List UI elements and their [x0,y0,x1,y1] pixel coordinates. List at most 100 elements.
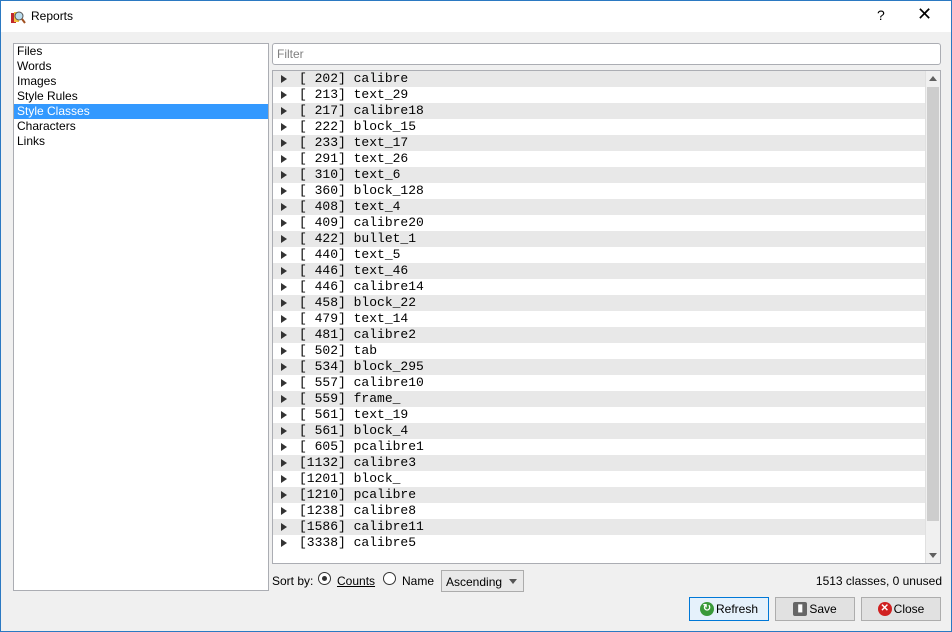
expand-arrow-icon[interactable] [281,411,287,419]
sidebar-item-images[interactable]: Images [14,74,268,89]
scroll-down-icon[interactable] [929,553,937,558]
row-label: [ 310] text_6 [299,167,401,182]
sidebar-item-files[interactable]: Files [14,44,268,59]
expand-arrow-icon[interactable] [281,139,287,147]
expand-arrow-icon[interactable] [281,331,287,339]
expand-arrow-icon[interactable] [281,475,287,483]
filter-input[interactable]: Filter [272,43,941,65]
refresh-icon: ↻ [699,602,714,616]
expand-arrow-icon[interactable] [281,171,287,179]
expand-arrow-icon[interactable] [281,523,287,531]
sort-by-label: Sort by: [272,574,314,588]
tree-row[interactable]: [1132] calibre3 [273,455,925,471]
save-button[interactable]: ▮ Save [775,597,855,621]
help-button[interactable]: ? [877,7,885,23]
expand-arrow-icon[interactable] [281,187,287,195]
tree-row[interactable]: [ 446] calibre14 [273,279,925,295]
window-title: Reports [31,9,74,23]
tree-row[interactable]: [ 310] text_6 [273,167,925,183]
tree-row[interactable]: [ 605] pcalibre1 [273,439,925,455]
sort-counts-label[interactable]: Counts [337,574,375,588]
tree-row[interactable]: [1238] calibre8 [273,503,925,519]
row-label: [ 534] block_295 [299,359,424,374]
sidebar-item-words[interactable]: Words [14,59,268,74]
scrollbar-thumb[interactable] [927,87,939,521]
row-label: [1132] calibre3 [299,455,417,470]
tree-row[interactable]: [ 481] calibre2 [273,327,925,343]
sort-counts-radio[interactable] [318,572,331,585]
tree-row[interactable]: [3338] calibre5 [273,535,925,551]
sort-order-select[interactable]: Ascending [441,570,524,592]
tree-row[interactable]: [ 557] calibre10 [273,375,925,391]
sidebar-item-style-classes[interactable]: Style Classes [14,104,268,119]
tree-row[interactable]: [ 561] text_19 [273,407,925,423]
sidebar-item-style-rules[interactable]: Style Rules [14,89,268,104]
expand-arrow-icon[interactable] [281,219,287,227]
tree-row[interactable]: [ 458] block_22 [273,295,925,311]
tree-row[interactable]: [ 408] text_4 [273,199,925,215]
tree-row[interactable]: [ 360] block_128 [273,183,925,199]
sidebar-item-links[interactable]: Links [14,134,268,149]
vertical-scrollbar[interactable] [925,71,940,563]
tree-row[interactable]: [ 213] text_29 [273,87,925,103]
expand-arrow-icon[interactable] [281,427,287,435]
close-button[interactable]: ✕ Close [861,597,941,621]
tree-row[interactable]: [1586] calibre11 [273,519,925,535]
expand-arrow-icon[interactable] [281,395,287,403]
tree-row[interactable]: [ 291] text_26 [273,151,925,167]
row-label: [ 233] text_17 [299,135,409,150]
expand-arrow-icon[interactable] [281,91,287,99]
expand-arrow-icon[interactable] [281,539,287,547]
expand-arrow-icon[interactable] [281,251,287,259]
tree-row[interactable]: [ 409] calibre20 [273,215,925,231]
tree-row[interactable]: [ 217] calibre18 [273,103,925,119]
sort-name-radio[interactable] [383,572,396,585]
tree-row[interactable]: [1210] pcalibre [273,487,925,503]
scroll-up-icon[interactable] [929,76,937,81]
tree-row[interactable]: [ 479] text_14 [273,311,925,327]
refresh-label: Refresh [715,602,759,616]
expand-arrow-icon[interactable] [281,267,287,275]
expand-arrow-icon[interactable] [281,235,287,243]
expand-arrow-icon[interactable] [281,443,287,451]
tree-row[interactable]: [ 440] text_5 [273,247,925,263]
tree-row[interactable]: [ 559] frame_ [273,391,925,407]
tree-row[interactable]: [ 534] block_295 [273,359,925,375]
expand-arrow-icon[interactable] [281,315,287,323]
expand-arrow-icon[interactable] [281,155,287,163]
row-label: [1586] calibre11 [299,519,424,534]
expand-arrow-icon[interactable] [281,379,287,387]
style-classes-tree[interactable]: [ 202] calibre[ 213] text_29[ 217] calib… [272,70,941,564]
expand-arrow-icon[interactable] [281,75,287,83]
row-label: [1201] block_ [299,471,401,486]
expand-arrow-icon[interactable] [281,459,287,467]
tree-row[interactable]: [ 202] calibre [273,71,925,87]
row-label: [ 479] text_14 [299,311,409,326]
tree-row[interactable]: [ 222] block_15 [273,119,925,135]
expand-arrow-icon[interactable] [281,507,287,515]
expand-arrow-icon[interactable] [281,299,287,307]
expand-arrow-icon[interactable] [281,347,287,355]
report-type-list[interactable]: Files Words Images Style Rules Style Classes… [13,43,269,591]
window-close-button[interactable]: ✕ [917,4,932,25]
row-label: [ 557] calibre10 [299,375,424,390]
tree-row[interactable]: [ 422] bullet_1 [273,231,925,247]
sidebar-item-characters[interactable]: Characters [14,119,268,134]
row-label: [3338] calibre5 [299,535,417,550]
refresh-button[interactable]: ↻ Refresh [689,597,769,621]
expand-arrow-icon[interactable] [281,283,287,291]
tree-row[interactable]: [ 561] block_4 [273,423,925,439]
tree-row[interactable]: [ 502] tab [273,343,925,359]
row-label: [ 360] block_128 [299,183,424,198]
save-icon: ▮ [793,602,808,616]
expand-arrow-icon[interactable] [281,363,287,371]
tree-row[interactable]: [1201] block_ [273,471,925,487]
sort-name-label[interactable]: Name [402,574,434,588]
expand-arrow-icon[interactable] [281,123,287,131]
expand-arrow-icon[interactable] [281,491,287,499]
row-label: [ 561] text_19 [299,407,409,422]
tree-row[interactable]: [ 446] text_46 [273,263,925,279]
tree-row[interactable]: [ 233] text_17 [273,135,925,151]
expand-arrow-icon[interactable] [281,203,287,211]
expand-arrow-icon[interactable] [281,107,287,115]
